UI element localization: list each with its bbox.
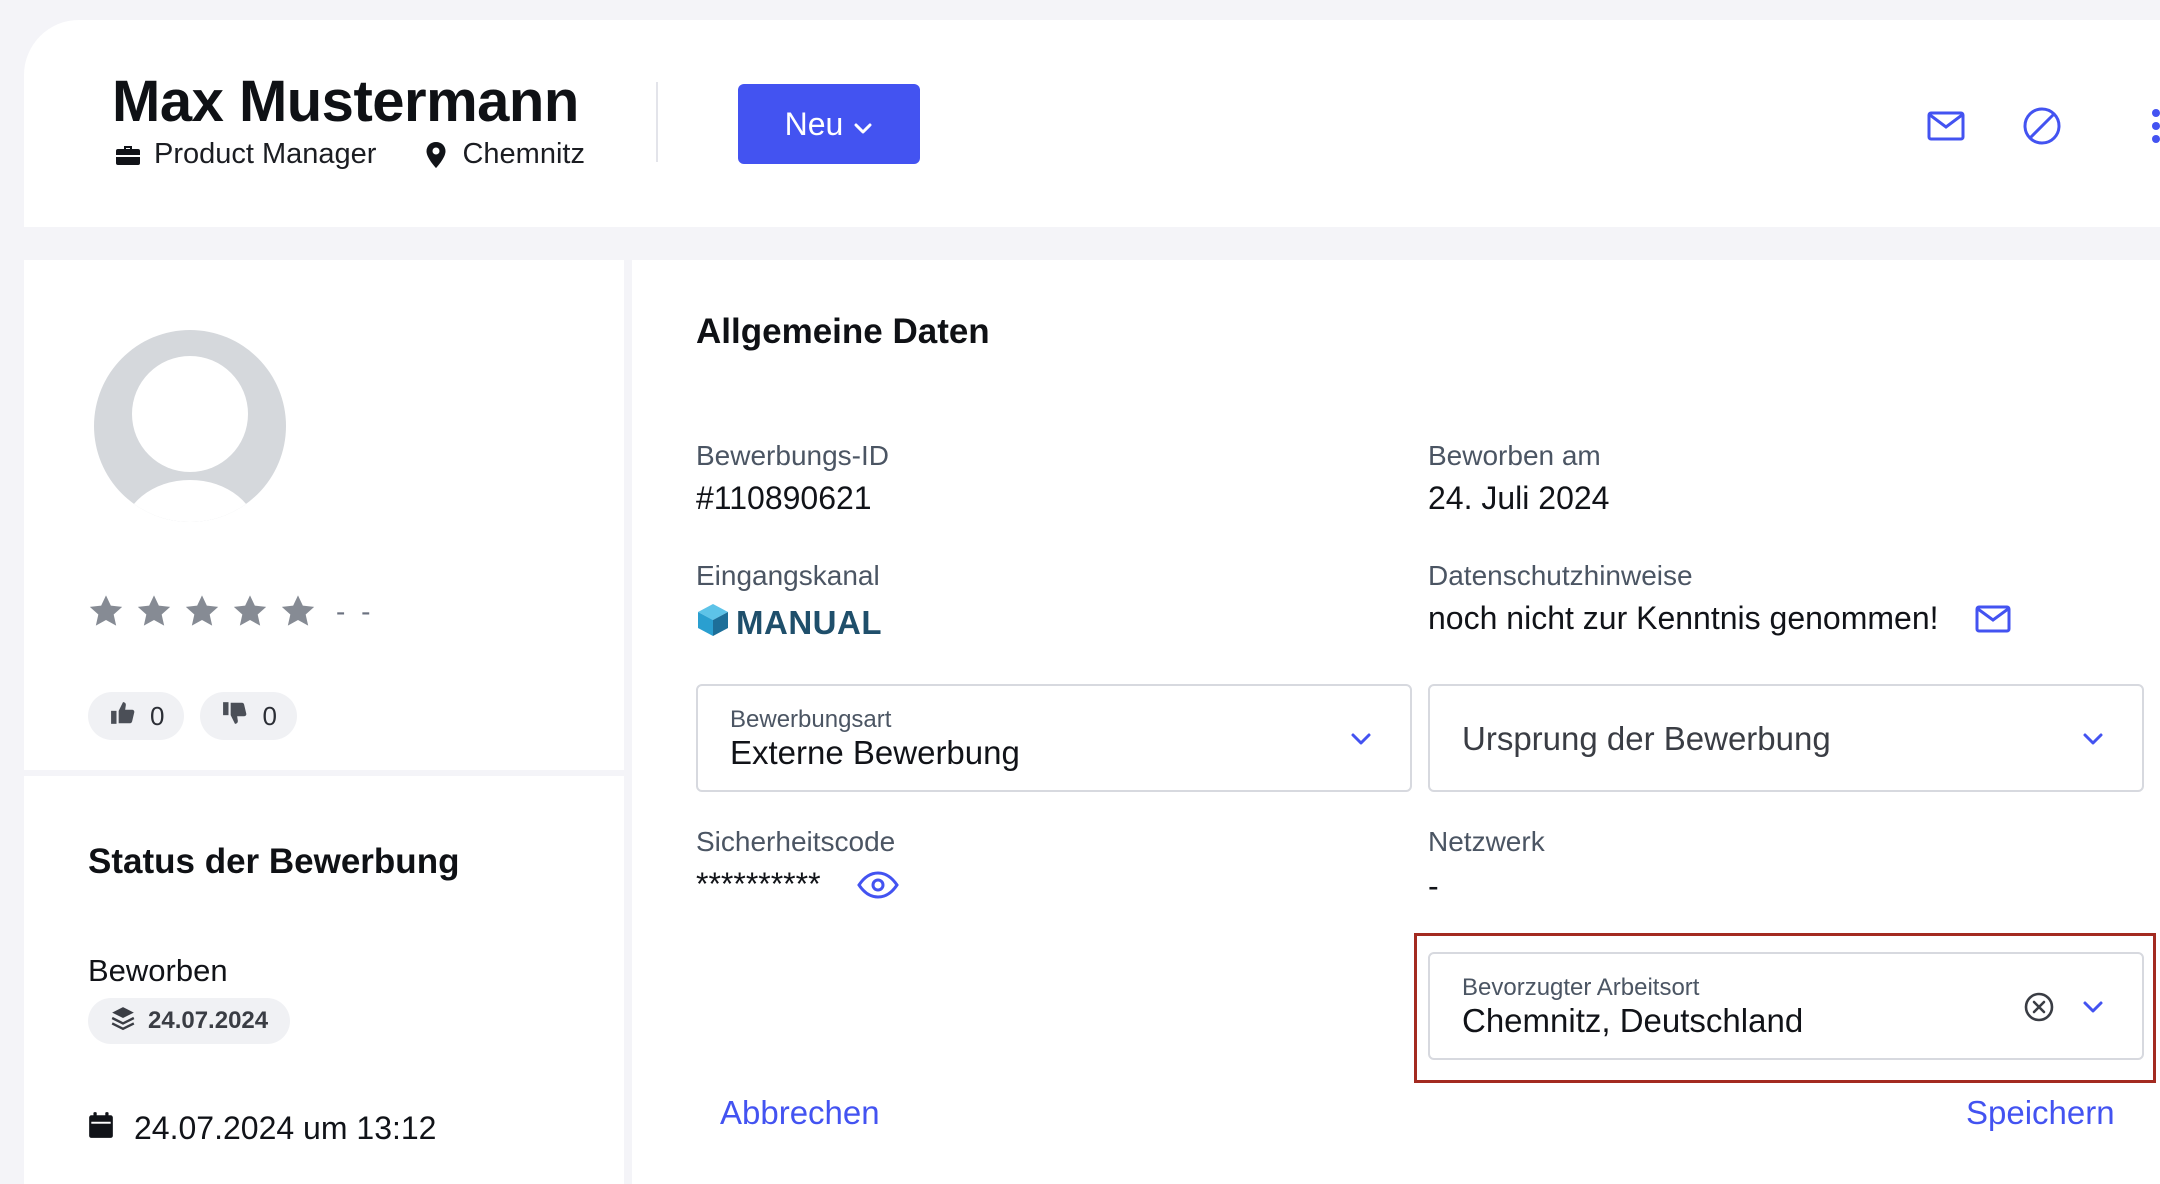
star-icon[interactable]	[278, 592, 318, 632]
section-title: Allgemeine Daten	[696, 312, 990, 351]
calendar-icon	[88, 1110, 114, 1147]
layers-icon	[110, 1005, 136, 1038]
chevron-down-icon	[2078, 724, 2108, 754]
header-divider	[656, 82, 658, 162]
block-icon[interactable]	[2018, 102, 2066, 150]
privacy-row: noch nicht zur Kenntnis genommen!	[1428, 600, 2011, 637]
mail-icon[interactable]	[1922, 102, 1970, 150]
thumbs-down-count: 0	[262, 700, 277, 731]
network-value: -	[1428, 868, 1439, 904]
candidate-meta: Product Manager Chemnitz	[114, 138, 585, 171]
applied-on-value: 24. Juli 2024	[1428, 480, 1610, 516]
application-id-value: #110890621	[696, 480, 872, 516]
chevron-down-icon	[853, 106, 873, 143]
candidate-name: Max Mustermann	[112, 69, 579, 134]
status-title: Status der Bewerbung	[88, 842, 460, 881]
application-id-label: Bewerbungs-ID	[696, 440, 889, 471]
applied-on-label: Beworben am	[1428, 440, 1601, 471]
security-code-row: **********	[696, 866, 899, 903]
star-icon[interactable]	[134, 592, 174, 632]
cancel-button[interactable]: Abbrechen	[720, 1094, 880, 1132]
thumbs-up-icon	[110, 700, 136, 733]
status-timestamp-text: 24.07.2024 um 13:12	[134, 1110, 437, 1146]
channel-text: MANUAL	[736, 603, 882, 641]
security-code-label: Sicherheitscode	[696, 826, 896, 857]
thumbs-down-icon	[222, 700, 248, 733]
security-code-value: **********	[696, 866, 821, 902]
network-label: Netzwerk	[1428, 826, 1545, 857]
mail-icon[interactable]	[1975, 605, 2011, 633]
profile-panel: - - 0 0 Status der Bewerbung Beworben 24…	[24, 260, 624, 1184]
thumbs-down-button[interactable]: 0	[200, 692, 297, 740]
avatar	[94, 330, 286, 522]
chevron-down-icon	[1346, 724, 1376, 754]
star-rating[interactable]: - -	[86, 592, 374, 632]
focus-highlight	[1414, 933, 2156, 1083]
candidate-header: Max Mustermann Product Manager Chemnitz …	[24, 20, 2160, 227]
status-badge-date: 24.07.2024	[148, 1007, 269, 1034]
briefcase-icon	[114, 141, 142, 169]
application-type-value: Externe Bewerbung	[730, 734, 1020, 771]
eye-icon[interactable]	[856, 870, 899, 899]
job-title: Product Manager	[154, 138, 377, 170]
location-pin-icon	[422, 141, 450, 169]
star-icon[interactable]	[86, 592, 126, 632]
thumbs-up-button[interactable]: 0	[88, 692, 185, 740]
status-timestamp: 24.07.2024 um 13:12	[88, 1110, 436, 1147]
status-name: Beworben	[88, 953, 228, 988]
privacy-label: Datenschutzhinweise	[1428, 560, 1693, 591]
vote-buttons: 0 0	[88, 692, 297, 740]
thumbs-up-count: 0	[150, 700, 165, 731]
status-badge: 24.07.2024	[88, 998, 291, 1044]
more-vertical-icon[interactable]	[2132, 102, 2160, 150]
new-button-label: Neu	[784, 105, 844, 142]
origin-placeholder: Ursprung der Bewerbung	[1462, 720, 1831, 757]
candidate-location: Chemnitz	[462, 138, 585, 170]
new-dropdown-button[interactable]: Neu	[738, 84, 920, 164]
application-type-label: Bewerbungsart	[730, 706, 892, 733]
application-type-select[interactable]: Bewerbungsart Externe Bewerbung	[696, 684, 1412, 792]
star-icon[interactable]	[182, 592, 222, 632]
rating-text: - -	[336, 596, 375, 627]
save-button[interactable]: Speichern	[1966, 1094, 2115, 1132]
star-icon[interactable]	[230, 592, 270, 632]
origin-select[interactable]: Ursprung der Bewerbung	[1428, 684, 2144, 792]
channel-value: MANUAL	[696, 602, 882, 643]
panel-separator	[24, 770, 624, 776]
channel-label: Eingangskanal	[696, 560, 880, 591]
cube-icon	[696, 602, 730, 643]
privacy-value: noch nicht zur Kenntnis genommen!	[1428, 600, 1939, 636]
